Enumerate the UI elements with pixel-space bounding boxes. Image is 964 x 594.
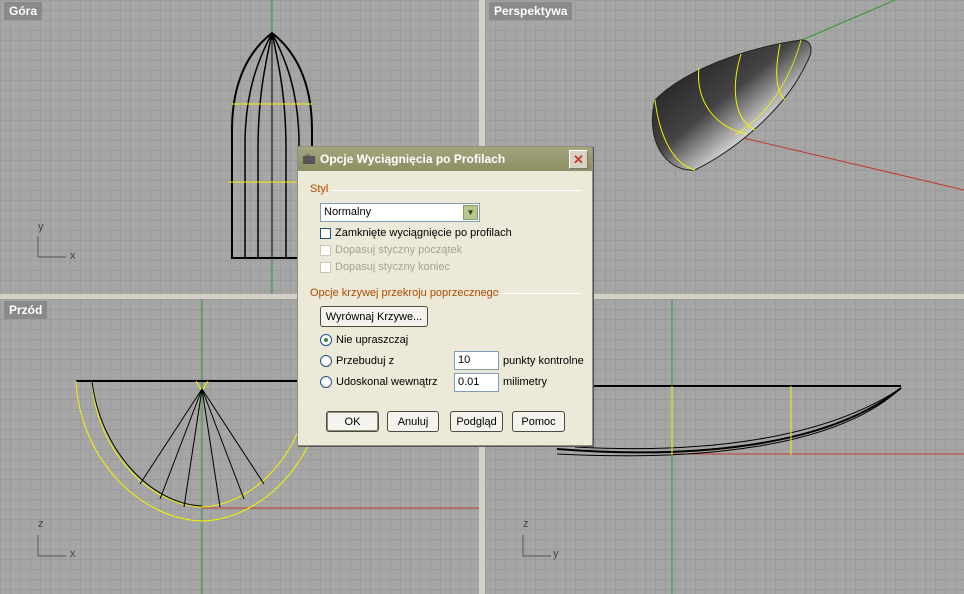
- cancel-button[interactable]: Anuluj: [387, 411, 439, 432]
- help-button[interactable]: Pomoc: [512, 411, 565, 432]
- axis-label-x: x: [70, 548, 76, 560]
- style-group-divider: [332, 190, 582, 191]
- match-end-label: Dopasuj styczny koniec: [335, 261, 450, 273]
- cross-section-group-label: Opcje krzywej przekroju poprzecznego: [310, 287, 499, 299]
- rebuild-label: Przebuduj z: [336, 355, 395, 367]
- chevron-down-icon[interactable]: ▼: [463, 205, 478, 220]
- align-curves-button[interactable]: Wyrównaj Krzywe...: [320, 306, 428, 327]
- match-end-checkbox: Dopasuj styczny koniec: [320, 261, 450, 273]
- viewport-title-front[interactable]: Przód: [4, 301, 48, 319]
- dialog-title: Opcje Wyciągnięcia po Profilach: [320, 152, 506, 166]
- radio-refit[interactable]: Udoskonal wewnątrz: [320, 376, 438, 388]
- cross-section-group-divider: [496, 293, 582, 294]
- axis-label-y: y: [38, 221, 44, 233]
- axis-label-z: z: [38, 518, 44, 530]
- dialog-titlebar[interactable]: Opcje Wyciągnięcia po Profilach: [298, 147, 592, 171]
- match-start-label: Dopasuj styczny początek: [335, 244, 463, 256]
- style-select-value: Normalny: [324, 206, 372, 218]
- ok-button[interactable]: OK: [326, 411, 379, 432]
- preview-button[interactable]: Podgląd: [450, 411, 503, 432]
- radio-dot[interactable]: [320, 355, 332, 367]
- style-group-label: Styl: [310, 183, 329, 195]
- refit-label: Udoskonal wewnątrz: [336, 376, 438, 388]
- checkbox-box: [320, 261, 331, 273]
- refit-unit: milimetry: [503, 376, 547, 388]
- viewport-title-perspective[interactable]: Perspektywa: [489, 2, 573, 20]
- checkbox-box: [320, 244, 331, 256]
- loft-options-dialog: Opcje Wyciągnięcia po Profilach ✕ Styl N…: [297, 146, 593, 446]
- close-icon[interactable]: ✕: [569, 150, 588, 169]
- axis-label-z: z: [523, 518, 529, 530]
- radio-rebuild[interactable]: Przebuduj z: [320, 355, 394, 367]
- closed-loft-label: Zamknięte wyciągnięcie po profilach: [335, 227, 512, 239]
- radio-dot[interactable]: [320, 334, 332, 346]
- radio-dot[interactable]: [320, 376, 332, 388]
- refit-tolerance-input[interactable]: 0.01: [454, 373, 499, 392]
- checkbox-box[interactable]: [320, 227, 331, 239]
- rebuild-unit: punkty kontrolne: [503, 355, 584, 367]
- radio-do-not-simplify[interactable]: Nie upraszczaj: [320, 334, 408, 346]
- rebuild-points-input[interactable]: 10: [454, 351, 499, 370]
- rhino-app-icon: [303, 153, 315, 164]
- axis-label-y: y: [553, 548, 559, 560]
- closed-loft-checkbox[interactable]: Zamknięte wyciągnięcie po profilach: [320, 227, 512, 239]
- match-start-checkbox: Dopasuj styczny początek: [320, 244, 462, 256]
- viewport-title-top[interactable]: Góra: [4, 2, 43, 20]
- axis-label-x: x: [70, 250, 76, 262]
- do-not-simplify-label: Nie upraszczaj: [336, 334, 409, 346]
- style-select[interactable]: Normalny ▼: [320, 203, 480, 222]
